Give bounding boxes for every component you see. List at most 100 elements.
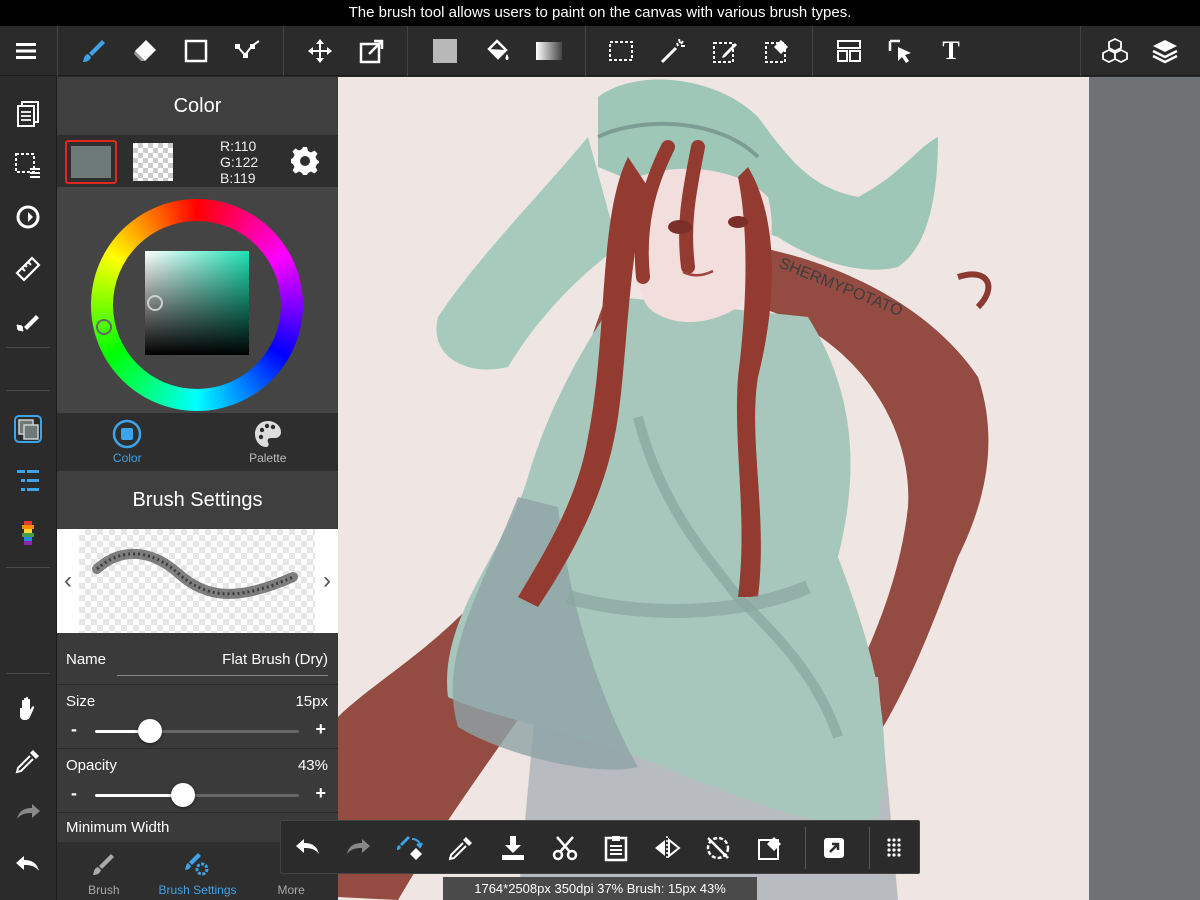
select-eraser-icon xyxy=(765,40,788,63)
size-slider-knob[interactable] xyxy=(138,719,163,743)
share-button[interactable] xyxy=(814,828,854,868)
chevron-right-icon[interactable]: › xyxy=(318,567,336,595)
opacity-slider[interactable] xyxy=(95,783,299,807)
tab-brush[interactable]: Brush xyxy=(57,842,151,900)
size-slider[interactable] xyxy=(95,719,299,743)
chevron-left-icon[interactable]: ‹ xyxy=(59,567,77,595)
color-swatch-row: R:110 G:122 B:119 xyxy=(57,135,338,187)
saturation-value-square[interactable] xyxy=(145,251,249,355)
redo-button[interactable] xyxy=(338,828,378,868)
gradient-tool-button[interactable] xyxy=(529,31,569,71)
rotate-canvas-button[interactable] xyxy=(8,197,48,237)
menu-button[interactable] xyxy=(6,31,46,71)
tab-color-label: Color xyxy=(112,451,142,465)
rotate-icon xyxy=(16,205,40,229)
foreground-color-swatch[interactable] xyxy=(65,140,117,184)
rgb-r: R:110 xyxy=(220,138,257,154)
undo-button[interactable] xyxy=(288,828,328,868)
hamburger-icon xyxy=(16,43,36,59)
top-toolbar: T xyxy=(0,26,1200,76)
move-tool-button[interactable] xyxy=(300,31,340,71)
opacity-increase-button[interactable]: + xyxy=(315,783,326,804)
brush-icon xyxy=(83,40,105,62)
size-increase-button[interactable]: + xyxy=(315,719,326,740)
hand-icon xyxy=(20,696,35,720)
cut-button[interactable] xyxy=(545,828,585,868)
selection-layer-button[interactable] xyxy=(8,145,48,185)
brush-name-field[interactable]: Name Flat Brush (Dry) xyxy=(57,633,338,685)
ruler-button[interactable] xyxy=(8,249,48,289)
artwork: SHERMYPOTATO xyxy=(338,79,992,900)
color-wheel-area xyxy=(57,187,338,413)
external-link-icon xyxy=(824,838,844,858)
select-pen-icon xyxy=(713,42,737,63)
undo-rail-button[interactable] xyxy=(8,845,48,885)
opacity-slider-knob[interactable] xyxy=(170,783,195,807)
palette-icon xyxy=(254,421,281,447)
snap-pen-button[interactable] xyxy=(8,301,48,341)
brush-eraser-toggle-button[interactable] xyxy=(390,828,430,868)
customize-bar-button[interactable] xyxy=(874,828,914,868)
fill-color-tool-button[interactable] xyxy=(425,31,465,71)
tab-color[interactable]: Color xyxy=(57,413,198,471)
hand-tool-button[interactable] xyxy=(8,689,48,729)
brush-preview: ‹ › xyxy=(57,529,338,633)
select-pen-tool-button[interactable] xyxy=(705,31,745,71)
select-eraser-tool-button[interactable] xyxy=(757,31,797,71)
tab-palette[interactable]: Palette xyxy=(198,413,339,471)
color-circle-icon xyxy=(113,419,142,449)
opacity-decrease-button[interactable]: - xyxy=(71,783,77,804)
redo-rail-button[interactable] xyxy=(8,793,48,833)
clipboard-icon xyxy=(604,836,628,862)
hue-wheel[interactable] xyxy=(91,199,303,411)
save-download-button[interactable] xyxy=(493,828,533,868)
eyedropper-rail-button[interactable] xyxy=(8,741,48,781)
shape-tool-button[interactable] xyxy=(176,31,216,71)
frame-divider-tool-button[interactable] xyxy=(829,31,869,71)
redo-icon xyxy=(17,804,40,819)
name-value: Flat Brush (Dry) xyxy=(222,651,328,668)
pages-button[interactable] xyxy=(8,94,48,134)
tab-brush-settings[interactable]: Brush Settings xyxy=(151,842,245,900)
size-decrease-button[interactable]: - xyxy=(71,719,77,740)
sv-cursor[interactable] xyxy=(147,295,163,311)
left-tool-rail xyxy=(0,77,57,900)
magic-wand-tool-button[interactable] xyxy=(653,31,693,71)
gear-icon[interactable] xyxy=(289,145,321,177)
brush-tool-button[interactable] xyxy=(74,31,114,71)
eraser-tool-button[interactable] xyxy=(125,31,165,71)
operation-tool-button[interactable] xyxy=(881,31,921,71)
drawing-canvas[interactable]: SHERMYPOTATO xyxy=(338,77,1089,900)
materials-button[interactable] xyxy=(1095,31,1135,71)
color-panel-title: Color xyxy=(57,77,338,135)
color-tabs: Color Palette xyxy=(57,413,338,471)
color-panel-button[interactable] xyxy=(8,409,48,449)
hue-cursor[interactable] xyxy=(96,319,112,335)
fill-square-icon xyxy=(433,39,457,63)
ruler-icon xyxy=(15,256,41,282)
brush-list-icon xyxy=(17,470,39,491)
eyedropper-button[interactable] xyxy=(441,828,481,868)
layers-button[interactable] xyxy=(1145,31,1185,71)
vector-tool-button[interactable] xyxy=(228,31,268,71)
text-tool-button[interactable]: T xyxy=(931,31,971,71)
brush-list-button[interactable] xyxy=(8,461,48,501)
background-color-swatch[interactable] xyxy=(133,143,173,181)
brush-gear-icon xyxy=(185,853,209,876)
color-swatches-icon xyxy=(14,415,42,443)
rotate-reset-button[interactable] xyxy=(698,828,738,868)
rgb-readout: R:110 G:122 B:119 xyxy=(220,138,258,186)
eyedropper-icon xyxy=(15,750,39,774)
select-tool-button[interactable] xyxy=(601,31,641,71)
flip-horizontal-icon xyxy=(655,836,681,860)
rotate-reset-icon xyxy=(706,836,730,860)
color-palette-strip-button[interactable] xyxy=(8,513,48,553)
transform-icon xyxy=(359,39,384,64)
bucket-tool-button[interactable] xyxy=(477,31,517,71)
flip-horizontal-button[interactable] xyxy=(647,828,687,868)
transform-tool-button[interactable] xyxy=(352,31,392,71)
rgb-b: B:119 xyxy=(220,170,256,186)
quick-action-bar xyxy=(280,820,920,874)
clear-selection-button[interactable] xyxy=(750,828,790,868)
paste-button[interactable] xyxy=(596,828,636,868)
